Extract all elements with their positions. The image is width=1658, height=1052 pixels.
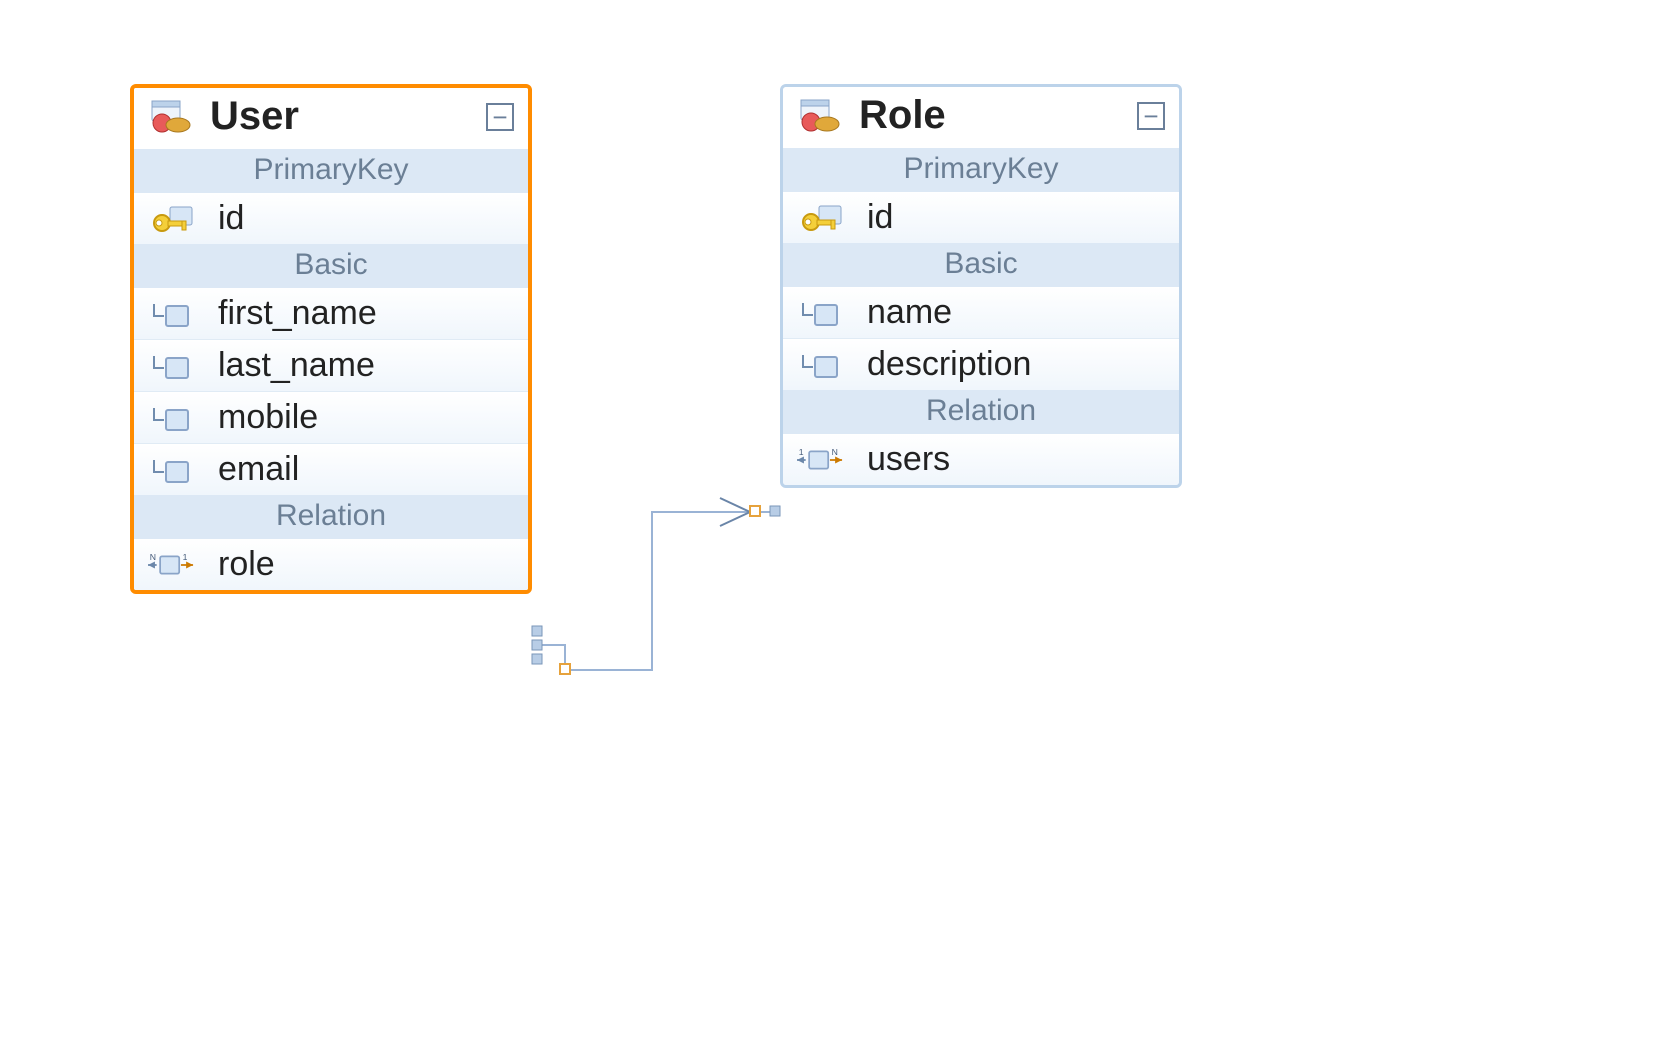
field-row[interactable]: id [783, 192, 1179, 243]
entity-icon [148, 99, 192, 135]
basic-field-icon [148, 452, 200, 488]
collapse-button[interactable]: − [486, 103, 514, 131]
field-row[interactable]: email [134, 443, 528, 495]
field-row[interactable]: last_name [134, 339, 528, 391]
collapse-button[interactable]: − [1137, 102, 1165, 130]
field-name: first_name [218, 294, 377, 333]
entity-role[interactable]: Role − PrimaryKey id Basic name [780, 84, 1182, 488]
svg-text:N: N [150, 551, 156, 561]
primary-key-icon [797, 200, 849, 236]
basic-field-icon [148, 400, 200, 436]
field-name: role [218, 545, 275, 584]
field-row[interactable]: id [134, 193, 528, 244]
section-basic-header: Basic [134, 244, 528, 288]
field-name: email [218, 450, 299, 489]
field-row[interactable]: N 1 role [134, 539, 528, 590]
basic-field-icon [148, 296, 200, 332]
section-primarykey-header: PrimaryKey [783, 148, 1179, 192]
entity-title: User [210, 94, 486, 139]
basic-field-icon [148, 348, 200, 384]
entity-header[interactable]: User − [134, 88, 528, 149]
svg-text:1: 1 [183, 551, 188, 561]
section-primarykey-header: PrimaryKey [134, 149, 528, 193]
relation-field-icon: N 1 [148, 547, 200, 583]
field-row[interactable]: name [783, 287, 1179, 338]
field-name: users [867, 440, 950, 479]
entity-title: Role [859, 93, 1137, 138]
field-name: id [867, 198, 893, 237]
relation-field-icon: 1 N [797, 442, 849, 478]
basic-field-icon [797, 295, 849, 331]
field-row[interactable]: description [783, 338, 1179, 390]
field-name: description [867, 345, 1031, 384]
field-name: mobile [218, 398, 318, 437]
svg-text:1: 1 [799, 446, 804, 456]
field-row[interactable]: 1 N users [783, 434, 1179, 485]
field-name: last_name [218, 346, 375, 385]
entity-user[interactable]: User − PrimaryKey id Basic first_name [130, 84, 532, 594]
svg-text:N: N [832, 446, 838, 456]
primary-key-icon [148, 201, 200, 237]
section-relation-header: Relation [783, 390, 1179, 434]
entity-icon [797, 98, 841, 134]
field-name: name [867, 293, 952, 332]
section-basic-header: Basic [783, 243, 1179, 287]
entity-header[interactable]: Role − [783, 87, 1179, 148]
field-row[interactable]: first_name [134, 288, 528, 339]
field-name: id [218, 199, 244, 238]
section-relation-header: Relation [134, 495, 528, 539]
basic-field-icon [797, 347, 849, 383]
field-row[interactable]: mobile [134, 391, 528, 443]
